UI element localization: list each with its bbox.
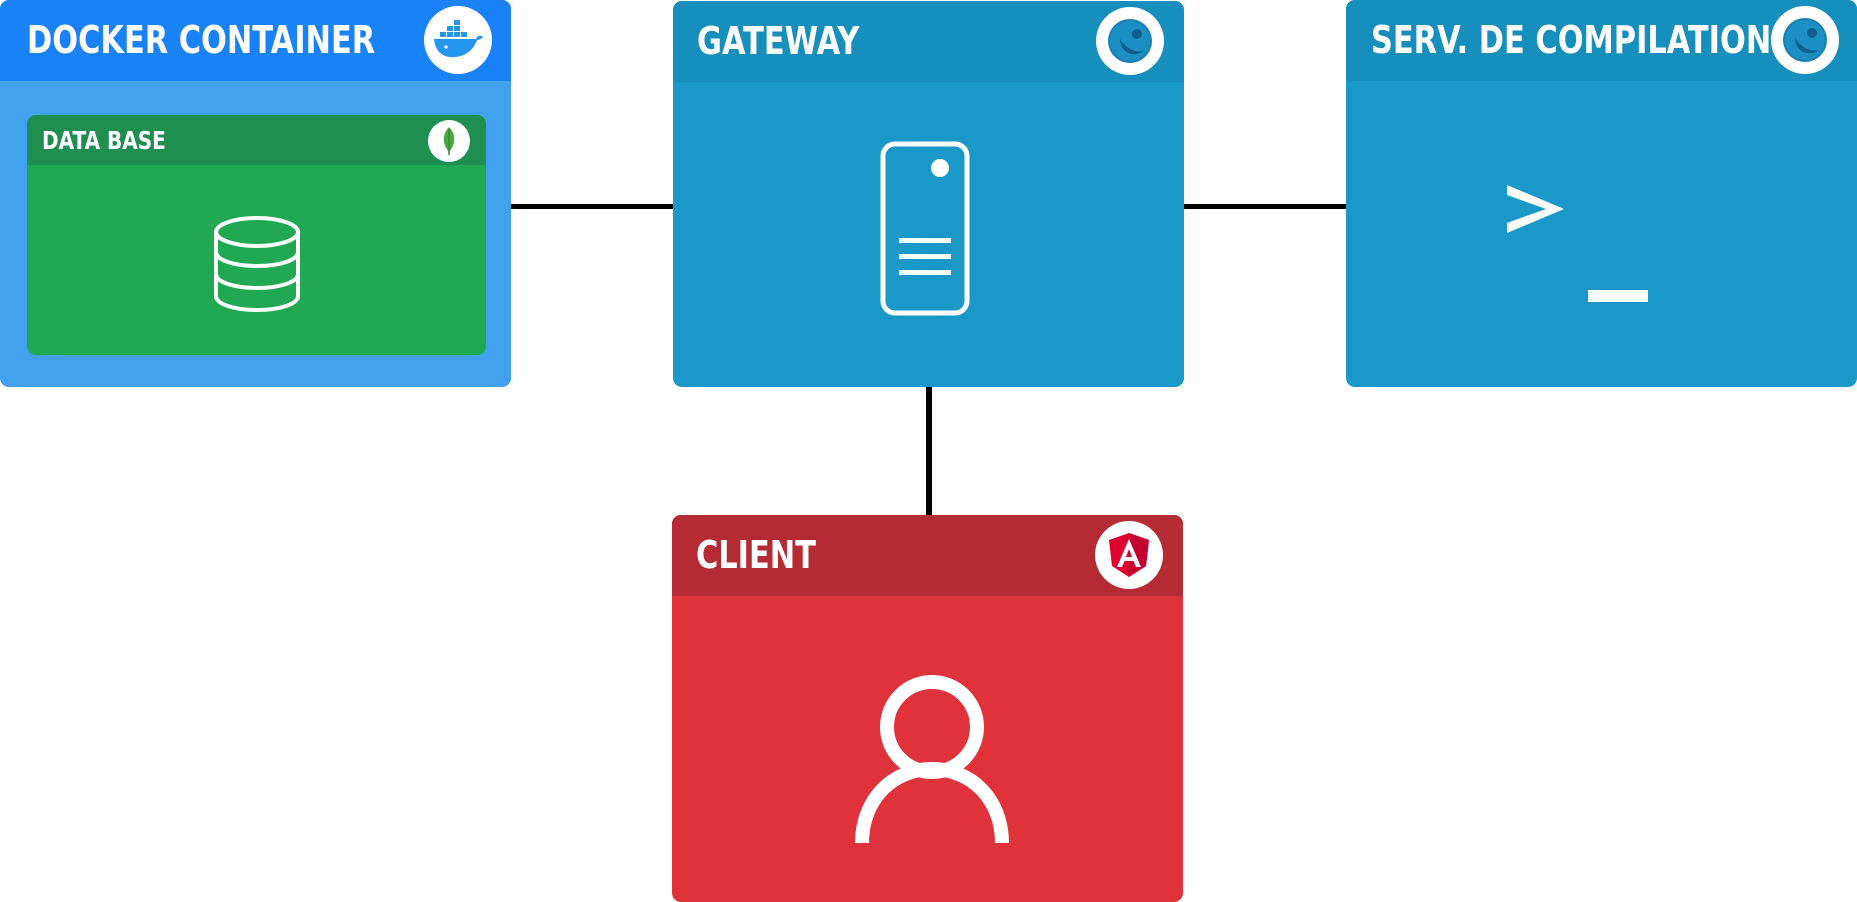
compile-server-node: SERV. DE COMPILATION [1346,0,1857,387]
server-icon [880,141,970,316]
terminal-icon [1502,180,1652,305]
database-title: DATA BASE [42,126,166,155]
docker-whale-icon [424,6,492,74]
mongodb-leaf-icon [428,120,470,162]
gateway-title: GATEWAY [697,19,860,63]
database-icon [213,215,301,313]
connector-gateway-client [926,386,932,517]
compile-server-title: SERV. DE COMPILATION [1371,18,1772,62]
client-node: CLIENT [672,515,1183,902]
gateway-node: GATEWAY [673,1,1184,387]
connector-gateway-compile [1183,204,1347,209]
connector-docker-gateway [510,204,675,209]
docker-container-node: DOCKER CONTAINER DATA BASE [0,0,511,387]
user-icon [855,675,1009,843]
gateway-circle-icon [1096,7,1164,75]
database-node: DATA BASE [27,115,486,355]
compile-circle-icon [1771,6,1839,74]
client-title: CLIENT [696,533,816,577]
angular-icon [1095,521,1163,589]
docker-container-title: DOCKER CONTAINER [27,18,376,62]
